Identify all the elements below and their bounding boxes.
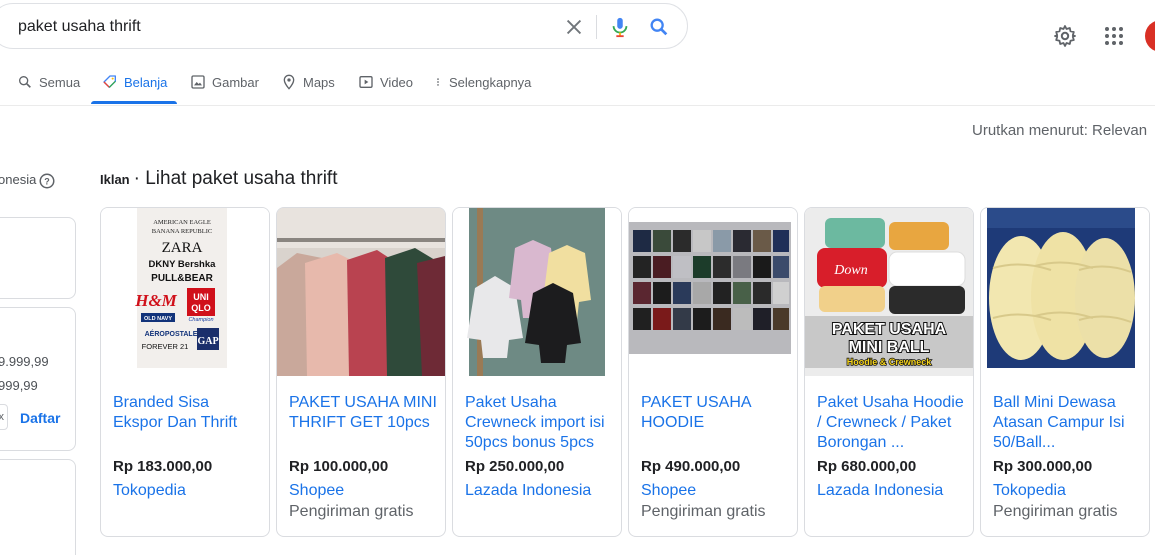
product-card[interactable]: AMERICAN EAGLE BANANA REPUBLIC ZARA DKNY… bbox=[100, 207, 270, 537]
gear-icon[interactable] bbox=[1053, 24, 1077, 48]
filter-panel[interactable] bbox=[0, 459, 76, 555]
product-image: Down PAKET USAHA MINI BALL Hoodie & Crew… bbox=[805, 208, 973, 376]
brand-text: PULL&BEAR bbox=[151, 273, 213, 284]
microphone-icon[interactable] bbox=[609, 15, 631, 39]
product-seller[interactable]: Shopee bbox=[289, 482, 344, 500]
sweater-print: Down bbox=[833, 263, 867, 278]
tab-label: Maps bbox=[303, 74, 335, 90]
svg-text:?: ? bbox=[44, 176, 50, 186]
tab-label: Semua bbox=[39, 74, 81, 90]
more-vert-icon bbox=[437, 78, 439, 86]
product-card[interactable]: Down PAKET USAHA MINI BALL Hoodie & Crew… bbox=[804, 207, 974, 537]
product-card[interactable]: Ball Mini Dewasa Atasan Campur Isi 50/Ba… bbox=[980, 207, 1150, 537]
map-pin-icon bbox=[283, 74, 295, 90]
product-seller[interactable]: Tokopedia bbox=[113, 482, 186, 500]
product-title[interactable]: PAKET USAHA MINI THRIFT GET 10pcs bbox=[289, 393, 439, 433]
video-icon bbox=[359, 76, 373, 88]
tab-belanja[interactable]: Belanja bbox=[102, 74, 167, 90]
clear-icon[interactable] bbox=[563, 16, 585, 38]
product-title[interactable]: Paket Usaha Hoodie / Crewneck / Paket Bo… bbox=[817, 393, 967, 453]
ads-title: · Lihat paket usaha thrift bbox=[133, 168, 338, 189]
image-caption: MINI BALL bbox=[849, 339, 930, 356]
tab-label: Video bbox=[380, 74, 414, 90]
brand-text: Champion bbox=[188, 317, 213, 323]
tab-label: Belanja bbox=[124, 74, 168, 90]
brand-text: OLD NAVY bbox=[144, 316, 172, 322]
tab-gambar[interactable]: Gambar bbox=[190, 74, 259, 90]
shopping-tag-icon bbox=[103, 75, 116, 88]
product-image bbox=[981, 208, 1149, 376]
product-image bbox=[277, 208, 445, 376]
product-price: Rp 680.000,00 bbox=[817, 458, 917, 475]
brand-text: GAP bbox=[197, 336, 218, 347]
product-image bbox=[629, 208, 797, 376]
product-seller[interactable]: Shopee bbox=[641, 482, 696, 500]
shipping-info: Pengiriman gratis bbox=[289, 503, 414, 520]
product-card[interactable]: PAKET USAHA HOODIE Rp 490.000,00 Shopee … bbox=[628, 207, 798, 537]
product-price: Rp 490.000,00 bbox=[641, 458, 741, 475]
ads-heading: Iklan · Lihat paket usaha thrift bbox=[100, 168, 337, 190]
tab-semua[interactable]: Semua bbox=[17, 74, 80, 90]
search-input[interactable]: paket usaha thrift bbox=[18, 18, 141, 36]
sort-dropdown[interactable]: Urutkan menurut: Relevan bbox=[972, 122, 1147, 139]
brand-text: H&M bbox=[134, 291, 177, 310]
product-seller[interactable]: Tokopedia bbox=[993, 482, 1066, 500]
filter-panel[interactable] bbox=[0, 217, 76, 299]
brand-text: DKNY Bershka bbox=[149, 259, 217, 270]
product-title[interactable]: PAKET USAHA HOODIE bbox=[641, 393, 791, 433]
apps-grid-icon[interactable] bbox=[1102, 24, 1126, 48]
apply-price-button[interactable]: Daftar bbox=[20, 410, 60, 426]
image-icon bbox=[191, 75, 205, 89]
image-caption: Hoodie & Crewneck bbox=[847, 357, 933, 367]
clear-price-button[interactable]: x bbox=[0, 404, 8, 430]
product-card[interactable]: Paket Usaha Crewneck import isi 50pcs bo… bbox=[452, 207, 622, 537]
product-price: Rp 300.000,00 bbox=[993, 458, 1093, 475]
brand-text: AMERICAN EAGLE bbox=[153, 219, 211, 226]
search-divider bbox=[596, 15, 597, 39]
shipping-info: Pengiriman gratis bbox=[641, 503, 766, 520]
product-title[interactable]: Ball Mini Dewasa Atasan Campur Isi 50/Ba… bbox=[993, 393, 1143, 453]
price-min-field[interactable]: 9.999,99 bbox=[0, 354, 49, 369]
brand-text: BANANA REPUBLIC bbox=[152, 228, 213, 235]
product-title[interactable]: Paket Usaha Crewneck import isi 50pcs bo… bbox=[465, 393, 615, 453]
product-seller[interactable]: Lazada Indonesia bbox=[465, 482, 591, 500]
price-max-field[interactable]: 999,99 bbox=[0, 378, 38, 393]
search-tabs: Semua Belanja Gambar Maps Video Selengka… bbox=[0, 60, 1155, 106]
brand-text: FOREVER 21 bbox=[142, 342, 189, 351]
image-caption: PAKET USAHA bbox=[832, 321, 947, 338]
tab-video[interactable]: Video bbox=[358, 74, 413, 90]
product-seller[interactable]: Lazada Indonesia bbox=[817, 482, 943, 500]
brand-text: UNI bbox=[193, 292, 209, 302]
search-box[interactable]: paket usaha thrift bbox=[0, 3, 688, 49]
product-price: Rp 100.000,00 bbox=[289, 458, 389, 475]
help-icon[interactable]: ? bbox=[38, 172, 56, 190]
product-title[interactable]: Branded Sisa Ekspor Dan Thrift bbox=[113, 393, 263, 433]
active-tab-indicator bbox=[91, 101, 177, 104]
search-icon bbox=[18, 76, 31, 88]
avatar[interactable] bbox=[1145, 20, 1155, 52]
product-image: AMERICAN EAGLE BANANA REPUBLIC ZARA DKNY… bbox=[101, 208, 269, 376]
product-price: Rp 183.000,00 bbox=[113, 458, 213, 475]
brand-text: QLO bbox=[191, 303, 211, 313]
search-icon[interactable] bbox=[648, 16, 670, 38]
tab-label: Selengkapnya bbox=[449, 74, 532, 90]
brand-text: AÉROPOSTALE bbox=[145, 329, 198, 338]
product-price: Rp 250.000,00 bbox=[465, 458, 565, 475]
tabs-divider bbox=[0, 105, 1155, 106]
shipping-info: Pengiriman gratis bbox=[993, 503, 1118, 520]
tab-label: Gambar bbox=[212, 74, 259, 90]
product-image bbox=[453, 208, 621, 376]
brand-text: ZARA bbox=[162, 240, 203, 256]
product-card[interactable]: PAKET USAHA MINI THRIFT GET 10pcs Rp 100… bbox=[276, 207, 446, 537]
tab-maps[interactable]: Maps bbox=[281, 74, 335, 90]
tab-selengkapnya[interactable]: Selengkapnya bbox=[433, 74, 531, 90]
location-label: onesia bbox=[0, 172, 37, 187]
ad-label: Iklan bbox=[100, 172, 130, 187]
